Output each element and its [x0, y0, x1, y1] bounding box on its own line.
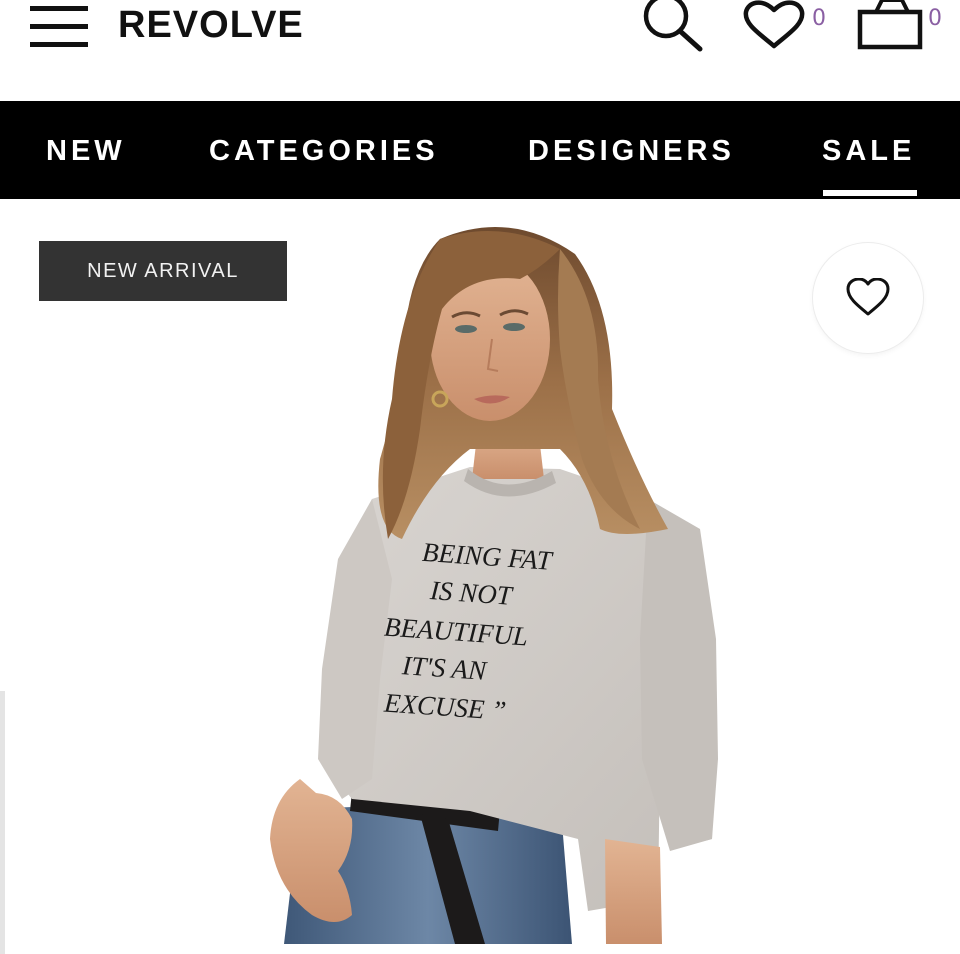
main-nav: NEW CATEGORIES DESIGNERS SALE [0, 101, 960, 199]
search-icon [643, 0, 703, 52]
wishlist-button[interactable]: 0 [740, 0, 836, 56]
hand [270, 779, 353, 922]
brand-logo[interactable]: REVOLVE [118, 3, 304, 47]
bag-button[interactable]: 0 [856, 0, 952, 56]
active-nav-indicator [823, 190, 917, 196]
bag-icon [857, 0, 923, 50]
wishlist-count: 0 [812, 6, 826, 31]
favorite-button[interactable] [813, 243, 923, 353]
nav-item-designers[interactable]: DESIGNERS [528, 133, 735, 169]
nav-item-sale[interactable]: SALE [822, 133, 915, 169]
menu-icon[interactable] [30, 6, 90, 48]
heart-icon [743, 0, 805, 49]
new-arrival-badge: NEW ARRIVAL [39, 241, 287, 301]
nav-item-new[interactable]: NEW [46, 133, 126, 169]
top-header: REVOLVE 0 0 [0, 0, 960, 100]
shirt-print-text: BEING FAT IS NOT BEAUTIFUL IT'S AN EXCUS… [370, 537, 600, 729]
nav-item-categories[interactable]: CATEGORIES [209, 133, 439, 169]
search-button[interactable] [636, 0, 708, 56]
heart-outline-icon [846, 278, 890, 316]
product-image-area[interactable]: BEING FAT IS NOT BEAUTIFUL IT'S AN EXCUS… [0, 199, 960, 954]
scroll-edge-indicator [0, 691, 5, 954]
bag-count: 0 [928, 6, 942, 31]
